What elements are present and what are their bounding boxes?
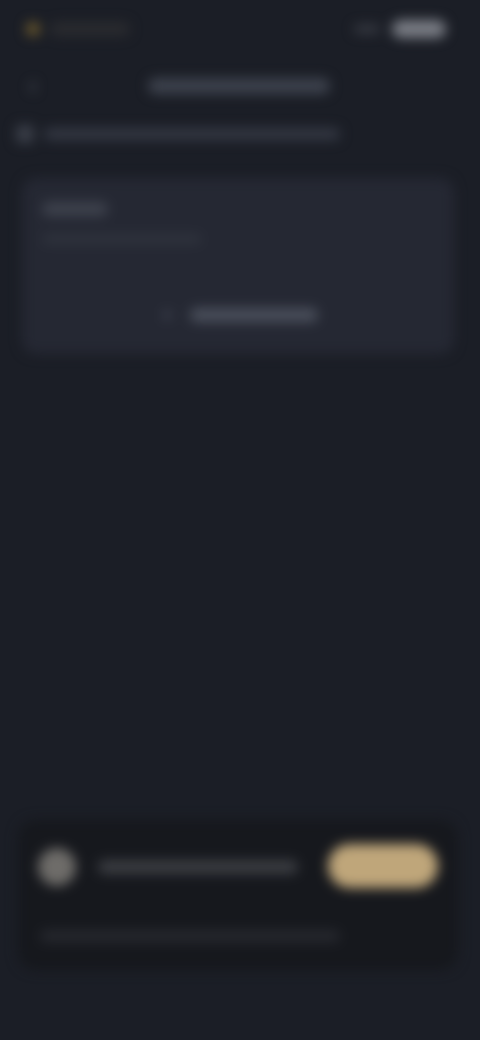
bottom-composer bbox=[18, 820, 458, 970]
plus-icon: + bbox=[162, 305, 173, 325]
subtitle-text bbox=[44, 128, 340, 140]
back-button[interactable]: ‹ bbox=[18, 70, 48, 100]
top-app-bar: ‹ bbox=[0, 62, 480, 108]
subtitle-row bbox=[16, 124, 340, 144]
app-indicator-icon bbox=[26, 22, 40, 36]
card-heading bbox=[42, 202, 108, 216]
signal-icon bbox=[354, 25, 380, 33]
app-screen: ‹ + bbox=[0, 0, 480, 1040]
card-body bbox=[42, 234, 202, 244]
card-action-label bbox=[190, 308, 318, 322]
battery-icon bbox=[392, 20, 446, 38]
info-icon bbox=[16, 125, 34, 143]
page-title bbox=[148, 78, 330, 94]
composer-input[interactable] bbox=[98, 860, 298, 874]
status-bar bbox=[0, 14, 480, 46]
primary-cta-button[interactable] bbox=[328, 844, 438, 888]
status-time bbox=[50, 22, 130, 36]
composer-footer-text bbox=[40, 930, 340, 942]
content-card: + bbox=[22, 178, 454, 354]
avatar[interactable] bbox=[38, 848, 76, 886]
card-action-button[interactable]: + bbox=[162, 306, 318, 324]
